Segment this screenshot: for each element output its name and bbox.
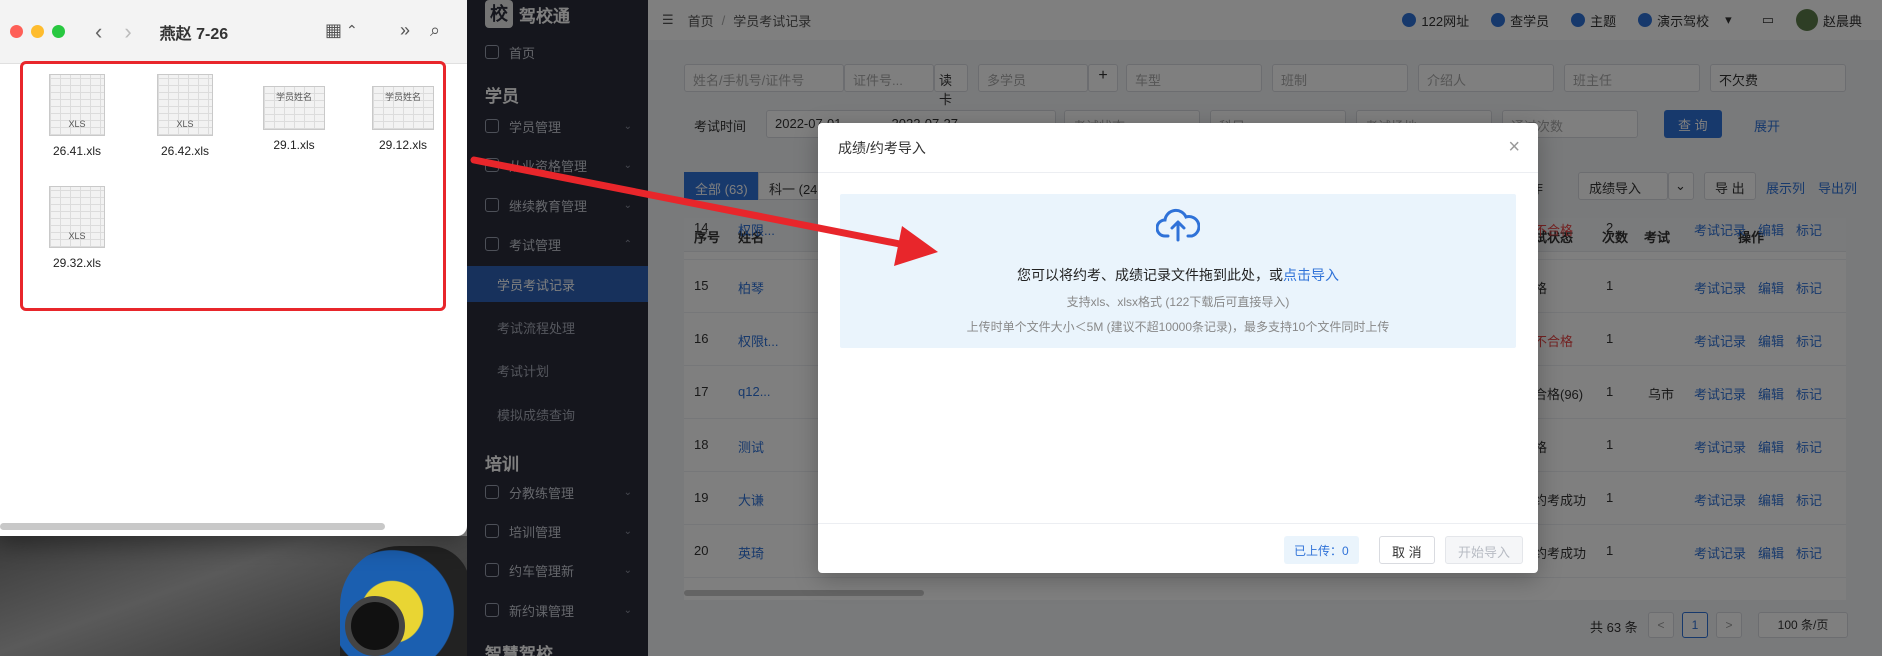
file-name: 29.12.xls	[378, 138, 428, 152]
sort-chevron-icon[interactable]: ⌃	[346, 22, 358, 39]
file-tag: 学员姓名	[384, 92, 421, 102]
close-window-button[interactable]	[10, 25, 23, 38]
folder-title: 燕赵 7-26	[159, 25, 229, 43]
finder-window: ‹ › 燕赵 7-26 ▦ ⌃ » ⌕ XLS 26.41.xls XLS 26…	[0, 0, 467, 536]
cloud-upload-icon	[1156, 208, 1200, 242]
file-name: 26.41.xls	[52, 144, 102, 158]
drop-text: 您可以将约考、成绩记录文件拖到此处，或	[1017, 267, 1283, 283]
format-hint: 支持xls、xlsx格式 (122下载后可直接导入)	[1066, 295, 1290, 309]
xls-file-icon: XLS	[157, 74, 213, 136]
import-dialog: 成绩/约考导入 × 您可以将约考、成绩记录文件拖到此处，或点击导入 支持xls、…	[818, 123, 1538, 573]
minimize-window-button[interactable]	[31, 25, 44, 38]
selected-files-region: XLS 26.41.xls XLS 26.42.xls 学员姓名 29.1.xl…	[20, 61, 446, 311]
file-item[interactable]: XLS 26.42.xls	[135, 74, 235, 158]
xls-file-icon: XLS	[49, 186, 105, 248]
dialog-title: 成绩/约考导入	[818, 123, 1538, 173]
file-name: 29.1.xls	[273, 138, 315, 152]
file-tag: XLS	[176, 119, 194, 129]
file-item[interactable]: XLS 29.32.xls	[27, 186, 127, 270]
start-import-button[interactable]: 开始导入	[1445, 536, 1524, 564]
uploaded-count-badge: 已上传：0	[1284, 536, 1359, 564]
close-icon[interactable]: ×	[1508, 137, 1520, 157]
file-item[interactable]: 学员姓名 29.12.xls	[353, 74, 453, 152]
xls-file-icon: XLS	[49, 74, 105, 136]
desktop-wallpaper	[0, 536, 470, 656]
cancel-button[interactable]: 取 消	[1379, 536, 1435, 564]
search-icon[interactable]: ⌕	[430, 20, 440, 41]
click-import-link[interactable]: 点击导入	[1283, 267, 1339, 283]
grid-view-icon[interactable]: ▦	[325, 20, 342, 41]
back-arrow-icon[interactable]: ‹	[95, 20, 102, 43]
forward-arrow-icon[interactable]: ›	[124, 20, 131, 43]
file-tag: XLS	[68, 231, 86, 241]
file-item[interactable]: 学员姓名 29.1.xls	[244, 74, 344, 152]
zoom-window-button[interactable]	[52, 25, 65, 38]
car-wheel-image	[345, 596, 405, 656]
horizontal-scrollbar[interactable]	[0, 523, 385, 530]
file-item[interactable]: XLS 26.41.xls	[27, 74, 127, 158]
file-name: 29.32.xls	[52, 256, 102, 270]
more-chevron-icon[interactable]: »	[400, 20, 410, 41]
upload-drop-zone[interactable]: 您可以将约考、成绩记录文件拖到此处，或点击导入 支持xls、xlsx格式 (12…	[840, 194, 1516, 348]
xls-file-icon: 学员姓名	[372, 86, 434, 130]
file-tag: 学员姓名	[275, 92, 312, 102]
xls-file-icon: 学员姓名	[263, 86, 325, 130]
dialog-footer: 已上传：0 取 消 开始导入	[818, 523, 1538, 573]
file-name: 26.42.xls	[160, 144, 210, 158]
finder-titlebar: ‹ › 燕赵 7-26 ▦ ⌃ » ⌕	[0, 0, 467, 64]
file-tag: XLS	[68, 119, 86, 129]
size-hint: 上传时单个文件大小＜5M (建议不超10000条记录)，最多支持10个文件同时上…	[966, 320, 1390, 334]
drop-instruction: 您可以将约考、成绩记录文件拖到此处，或点击导入	[840, 265, 1516, 285]
